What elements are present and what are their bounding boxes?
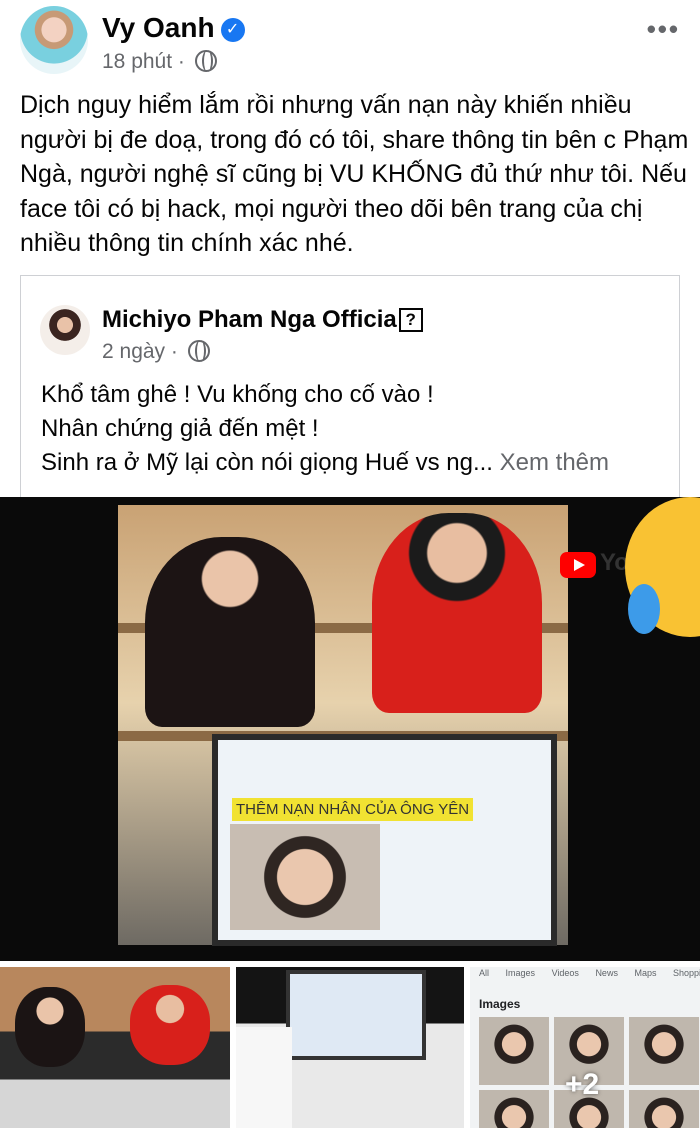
thumbnail-2[interactable] xyxy=(236,967,464,1128)
search-tab-news: News xyxy=(595,968,618,978)
post-text: Dịch nguy hiểm lắm rồi nhưng vấn nạn này… xyxy=(20,91,689,257)
author-name[interactable]: Vy Oanh ✓ xyxy=(102,12,245,44)
shared-post-time[interactable]: 2 ngày xyxy=(102,340,165,363)
verified-badge-icon: ✓ xyxy=(220,18,245,42)
shared-author-name[interactable]: Michiyo Pham Nga Officia? xyxy=(102,306,423,334)
shared-meta-separator: · xyxy=(170,340,178,363)
globe-icon xyxy=(194,50,217,72)
search-tabs: All Images Videos News Maps Shopping xyxy=(479,968,700,978)
main-photo[interactable]: You THÊM NẠN NHÂN CỦA ÔNG YÊN xyxy=(0,497,700,961)
shared-text-line-3-text: Sinh ra ở Mỹ lại còn nói giọng Huế vs ng… xyxy=(41,449,493,476)
post-meta: 18 phút · xyxy=(102,50,217,74)
thumb1-woman xyxy=(15,987,85,1067)
author-avatar[interactable] xyxy=(20,6,88,74)
shared-author-avatar[interactable] xyxy=(40,305,90,355)
unknown-glyph: ? xyxy=(398,308,423,332)
thumb2-panel xyxy=(236,1027,292,1128)
monitor-caption: THÊM NẠN NHÂN CỦA ÔNG YÊN xyxy=(232,798,474,821)
search-tab-shopping: Shopping xyxy=(673,968,700,978)
shared-globe-icon xyxy=(187,340,210,362)
author-name-text[interactable]: Vy Oanh xyxy=(102,12,215,43)
thumb1-man xyxy=(130,985,210,1065)
woman-figure xyxy=(145,537,315,727)
search-images-title: Images xyxy=(479,997,521,1011)
meta-separator: · xyxy=(177,50,185,73)
search-image xyxy=(629,1090,699,1128)
see-more-link[interactable]: Xem thêm xyxy=(500,449,609,476)
shared-text-line-1: Khổ tâm ghê ! Vu khống cho cố vào ! xyxy=(41,381,434,408)
shared-post-text: Khổ tâm ghê ! Vu khống cho cố vào ! Nhân… xyxy=(41,378,671,480)
post-time[interactable]: 18 phút xyxy=(102,50,172,73)
search-tab-maps: Maps xyxy=(634,968,657,978)
monitor-photo xyxy=(230,824,380,930)
shared-post-card[interactable]: Michiyo Pham Nga Officia? 2 ngày · Khổ t… xyxy=(20,275,680,497)
shared-author-text[interactable]: Michiyo Pham Nga Officia xyxy=(102,306,397,333)
search-tab-images: Images xyxy=(505,968,536,978)
tear-drop-icon xyxy=(628,584,660,634)
youtube-icon xyxy=(560,552,596,578)
search-image xyxy=(479,1090,549,1128)
search-image xyxy=(629,1017,699,1085)
more-options-icon[interactable]: ••• xyxy=(647,14,680,45)
man-figure xyxy=(372,513,542,713)
shared-text-line-2: Nhân chứng giả đến mệt ! xyxy=(41,415,319,442)
thumbnail-1[interactable] xyxy=(0,967,230,1128)
search-image xyxy=(479,1017,549,1085)
post-header: Vy Oanh ✓ 18 phút · ••• xyxy=(0,0,700,84)
shared-text-line-3: Sinh ra ở Mỹ lại còn nói giọng Huế vs ng… xyxy=(41,446,671,480)
monitor-screen: THÊM NẠN NHÂN CỦA ÔNG YÊN xyxy=(212,734,557,946)
thumb2-monitor xyxy=(286,970,426,1060)
search-tab-all: All xyxy=(479,968,490,978)
thumbnail-3[interactable]: All Images Videos News Maps Shopping Ima… xyxy=(470,967,700,1128)
shared-post-meta: 2 ngày · xyxy=(102,340,210,364)
search-tab-videos: Videos xyxy=(551,968,579,978)
more-photos-count[interactable]: +2 xyxy=(565,1068,599,1102)
